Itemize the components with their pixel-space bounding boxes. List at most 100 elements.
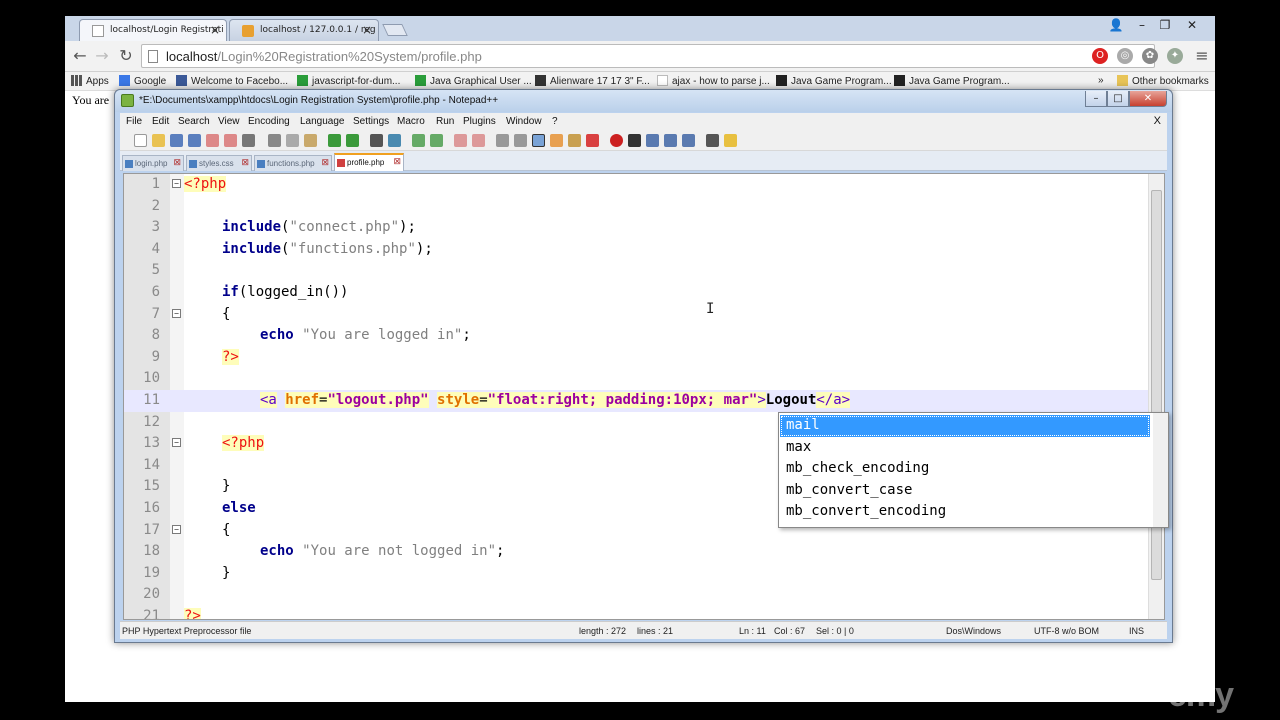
close-file-icon[interactable] bbox=[206, 134, 219, 147]
fold-collapse-icon[interactable]: − bbox=[172, 524, 181, 534]
undo-icon[interactable] bbox=[328, 134, 341, 147]
user-icon[interactable]: 👤 bbox=[1106, 17, 1126, 34]
menu-macro[interactable]: Macro bbox=[397, 116, 425, 127]
cut-icon[interactable] bbox=[268, 134, 281, 147]
menu-file[interactable]: File bbox=[126, 116, 142, 127]
tab-close-icon[interactable]: ⊠ bbox=[321, 157, 329, 168]
menu-language[interactable]: Language bbox=[300, 116, 345, 127]
file-tab-profile[interactable]: profile.php ⊠ bbox=[334, 153, 404, 171]
doc-map-icon[interactable] bbox=[568, 134, 581, 147]
stop-macro-icon[interactable] bbox=[628, 134, 641, 147]
bookmarks-overflow-button[interactable]: » bbox=[1098, 75, 1104, 86]
run-macro-multiple-icon[interactable] bbox=[664, 134, 677, 147]
autocomplete-item[interactable]: mail bbox=[780, 415, 1150, 437]
menu-window[interactable]: Window bbox=[506, 116, 542, 127]
forward-arrow-icon[interactable]: → bbox=[91, 46, 113, 66]
menu-encoding[interactable]: Encoding bbox=[248, 116, 290, 127]
editor-vertical-scrollbar[interactable] bbox=[1148, 174, 1164, 619]
file-tab-login[interactable]: login.php ⊠ bbox=[122, 155, 184, 171]
play-macro-icon[interactable] bbox=[646, 134, 659, 147]
gear-extension-icon[interactable]: ✿ bbox=[1142, 48, 1158, 64]
code-punct: = bbox=[479, 392, 488, 408]
replace-icon[interactable] bbox=[388, 134, 401, 147]
tab-close-icon[interactable]: ⊠ bbox=[393, 156, 401, 167]
copy-icon[interactable] bbox=[286, 134, 299, 147]
fold-collapse-icon[interactable]: − bbox=[172, 179, 181, 188]
plugin-icon[interactable] bbox=[724, 134, 737, 147]
autocomplete-item[interactable]: mb_convert_encoding bbox=[780, 501, 1150, 523]
other-bookmarks[interactable]: Other bookmarks bbox=[1117, 75, 1209, 87]
autocomplete-item[interactable]: max bbox=[780, 437, 1150, 459]
menu-search[interactable]: Search bbox=[178, 116, 210, 127]
reload-icon[interactable]: ↻ bbox=[115, 46, 137, 66]
tab-close-icon[interactable]: × bbox=[210, 23, 220, 37]
redo-icon[interactable] bbox=[346, 134, 359, 147]
save-macro-icon[interactable] bbox=[682, 134, 695, 147]
tab-close-icon[interactable]: ⊠ bbox=[241, 157, 249, 168]
find-icon[interactable] bbox=[370, 134, 383, 147]
sync-h-icon[interactable] bbox=[472, 134, 485, 147]
puzzle-extension-icon[interactable]: ✦ bbox=[1167, 48, 1183, 64]
zoom-in-icon[interactable] bbox=[412, 134, 425, 147]
document-close-button[interactable]: X bbox=[1154, 115, 1161, 127]
npp-close-button[interactable]: ✕ bbox=[1129, 91, 1167, 107]
new-file-icon[interactable] bbox=[134, 134, 147, 147]
browser-tab-phpmyadmin[interactable]: localhost / 127.0.0.1 / reg × bbox=[229, 19, 379, 41]
indent-guide-icon[interactable] bbox=[532, 134, 545, 147]
print-icon[interactable] bbox=[242, 134, 255, 147]
back-arrow-icon[interactable]: ← bbox=[69, 46, 91, 66]
menu-plugins[interactable]: Plugins bbox=[463, 116, 496, 127]
close-button[interactable]: ✕ bbox=[1182, 17, 1202, 34]
show-all-chars-icon[interactable] bbox=[514, 134, 527, 147]
autocomplete-scrollbar[interactable] bbox=[1153, 413, 1168, 527]
autocomplete-item[interactable]: mb_check_encoding bbox=[780, 458, 1150, 480]
close-all-icon[interactable] bbox=[224, 134, 237, 147]
save-icon[interactable] bbox=[170, 134, 183, 147]
npp-minimize-button[interactable]: – bbox=[1085, 91, 1107, 107]
bookmark-facebook[interactable]: Welcome to Facebo... bbox=[176, 75, 288, 87]
tab-close-icon[interactable]: × bbox=[362, 23, 372, 37]
status-encoding: UTF-8 w/o BOM bbox=[1034, 626, 1100, 636]
file-tab-functions[interactable]: functions.php ⊠ bbox=[254, 155, 332, 171]
fold-collapse-icon[interactable]: − bbox=[172, 308, 181, 318]
sync-v-icon[interactable] bbox=[454, 134, 467, 147]
udl-icon[interactable] bbox=[550, 134, 563, 147]
bookmark-label: Java Game Program... bbox=[909, 76, 1010, 87]
menu-edit[interactable]: Edit bbox=[152, 116, 169, 127]
new-tab-button[interactable] bbox=[382, 24, 408, 36]
bookmark-apps[interactable]: Apps bbox=[71, 75, 109, 87]
function-list-icon[interactable] bbox=[586, 134, 599, 147]
browser-tab-login[interactable]: localhost/Login Registrati × bbox=[79, 19, 227, 41]
bookmark-javascript[interactable]: javascript-for-dum... bbox=[297, 75, 400, 87]
minimize-button[interactable]: – bbox=[1132, 17, 1152, 34]
bookmark-java-game-1[interactable]: Java Game Program... bbox=[776, 75, 892, 87]
menu-view[interactable]: View bbox=[218, 116, 240, 127]
address-bar[interactable]: localhost/Login%20Registration%20System/… bbox=[141, 44, 1156, 68]
menu-icon[interactable]: ≡ bbox=[1191, 46, 1213, 66]
maximize-button[interactable]: ❐ bbox=[1155, 17, 1175, 34]
bookmark-google[interactable]: Google bbox=[119, 75, 166, 87]
record-macro-icon[interactable] bbox=[610, 134, 623, 147]
autocomplete-item[interactable]: mb_convert_case bbox=[780, 480, 1150, 502]
word-wrap-icon[interactable] bbox=[496, 134, 509, 147]
bookmark-ajax[interactable]: ajax - how to parse j... bbox=[657, 75, 770, 87]
menu-settings[interactable]: Settings bbox=[353, 116, 389, 127]
open-file-icon[interactable] bbox=[152, 134, 165, 147]
bookmark-alienware[interactable]: Alienware 17 17 3" F... bbox=[535, 75, 650, 87]
paste-icon[interactable] bbox=[304, 134, 317, 147]
code-editor[interactable]: 1− <?php 2 3 include("connect.php"); 4 incl… bbox=[123, 173, 1165, 620]
fold-collapse-icon[interactable]: − bbox=[172, 438, 181, 448]
spellcheck-icon[interactable] bbox=[706, 134, 719, 147]
file-tab-styles[interactable]: styles.css ⊠ bbox=[186, 155, 252, 171]
menu-help[interactable]: ? bbox=[552, 116, 558, 127]
bookmark-java-gui[interactable]: Java Graphical User ... bbox=[415, 75, 532, 87]
tab-close-icon[interactable]: ⊠ bbox=[173, 157, 181, 168]
globe-extension-icon[interactable]: ◎ bbox=[1117, 48, 1133, 64]
save-all-icon[interactable] bbox=[188, 134, 201, 147]
opera-extension-icon[interactable]: O bbox=[1092, 48, 1108, 64]
npp-maximize-button[interactable]: □ bbox=[1107, 91, 1129, 107]
bookmark-java-game-2[interactable]: Java Game Program... bbox=[894, 75, 1010, 87]
menu-run[interactable]: Run bbox=[436, 116, 454, 127]
zoom-out-icon[interactable] bbox=[430, 134, 443, 147]
code-line-10: 10 bbox=[124, 368, 1150, 390]
